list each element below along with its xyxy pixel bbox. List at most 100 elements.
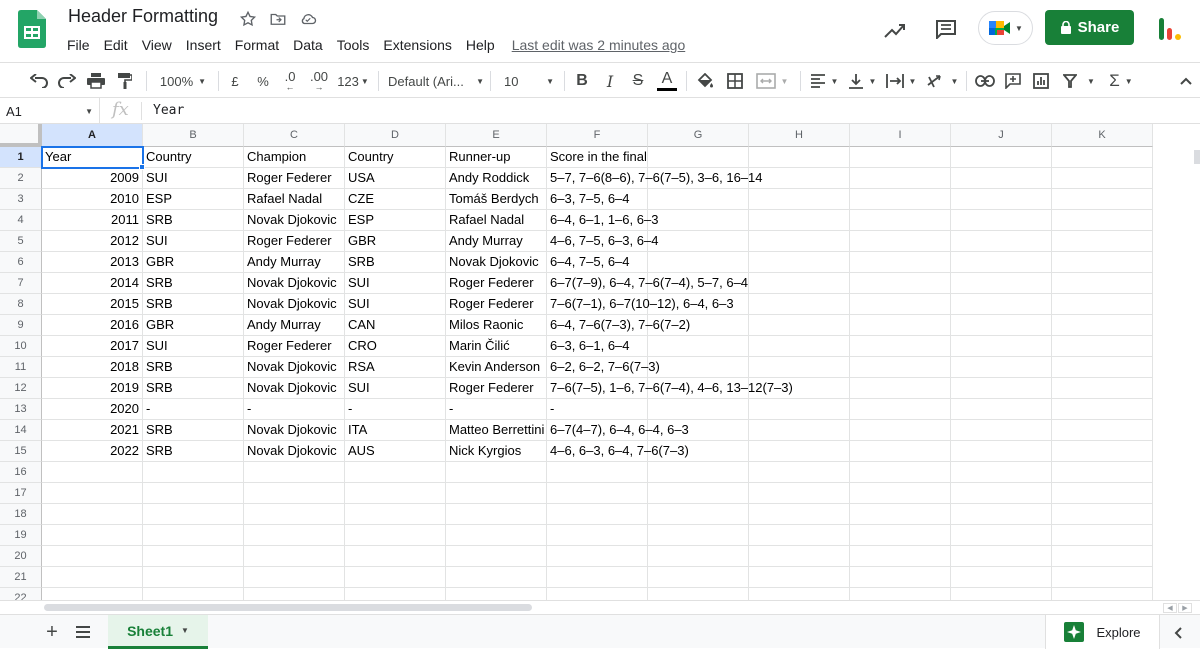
cell-a11[interactable]: 2018 [42,357,143,378]
cell-i19[interactable] [850,525,951,546]
cell-j22[interactable] [951,588,1052,600]
cell-f11[interactable]: 6–2, 6–2, 7–6(7–3) [547,357,660,378]
cell-a12[interactable]: 2019 [42,378,143,399]
cell-d1[interactable]: Country [345,147,446,168]
column-header-f[interactable]: F [547,124,648,147]
row-header-3[interactable]: 3 [0,189,42,210]
cell-a17[interactable] [42,483,143,504]
row-header-16[interactable]: 16 [0,462,42,483]
cell-d14[interactable]: ITA [345,420,446,441]
cell-j14[interactable] [951,420,1052,441]
cell-g1[interactable] [648,147,749,168]
cell-h9[interactable] [749,315,850,336]
cell-b7[interactable]: SRB [143,273,244,294]
cell-e15[interactable]: Nick Kyrgios [446,441,547,462]
cell-j18[interactable] [951,504,1052,525]
cell-k16[interactable] [1052,462,1153,483]
cell-g18[interactable] [648,504,749,525]
cell-e7[interactable]: Roger Federer [446,273,547,294]
more-formats-select[interactable]: 123 ▼ [336,68,370,94]
row-header-8[interactable]: 8 [0,294,42,315]
cell-f17[interactable] [547,483,648,504]
cell-d19[interactable] [345,525,446,546]
cell-a1[interactable]: Year [41,146,144,169]
cell-f18[interactable] [547,504,648,525]
cell-b4[interactable]: SRB [143,210,244,231]
cell-f20[interactable] [547,546,648,567]
cell-g3[interactable] [648,189,749,210]
cell-f5[interactable]: 4–6, 7–5, 6–3, 6–4 [547,231,658,252]
row-header-7[interactable]: 7 [0,273,42,294]
cell-c1[interactable]: Champion [244,147,345,168]
cell-d17[interactable] [345,483,446,504]
cell-a20[interactable] [42,546,143,567]
cell-d2[interactable]: USA [345,168,446,189]
menu-view[interactable]: View [135,35,179,55]
last-edit-link[interactable]: Last edit was 2 minutes ago [512,37,686,53]
row-header-22[interactable]: 22 [0,588,42,600]
column-header-h[interactable]: H [749,124,850,147]
cell-e4[interactable]: Rafael Nadal [446,210,547,231]
cell-b17[interactable] [143,483,244,504]
explore-button[interactable]: Explore [1045,615,1160,649]
cell-e19[interactable] [446,525,547,546]
cell-b14[interactable]: SRB [143,420,244,441]
cell-i17[interactable] [850,483,951,504]
column-header-c[interactable]: C [244,124,345,147]
column-header-b[interactable]: B [143,124,244,147]
cell-c8[interactable]: Novak Djokovic [244,294,345,315]
cell-b5[interactable]: SUI [143,231,244,252]
strikethrough-icon[interactable]: S [628,68,648,94]
cell-b2[interactable]: SUI [143,168,244,189]
insert-link-icon[interactable] [974,68,996,94]
cell-i1[interactable] [850,147,951,168]
cell-k15[interactable] [1052,441,1153,462]
cell-f14[interactable]: 6–7(4–7), 6–4, 6–4, 6–3 [547,420,689,441]
cell-c5[interactable]: Roger Federer [244,231,345,252]
menu-help[interactable]: Help [459,35,502,55]
cell-j13[interactable] [951,399,1052,420]
cell-e17[interactable] [446,483,547,504]
cell-e6[interactable]: Novak Djokovic [446,252,547,273]
cell-k12[interactable] [1052,378,1153,399]
cell-d3[interactable]: CZE [345,189,446,210]
cell-g19[interactable] [648,525,749,546]
cell-a9[interactable]: 2016 [42,315,143,336]
cell-b6[interactable]: GBR [143,252,244,273]
cell-h21[interactable] [749,567,850,588]
row-header-11[interactable]: 11 [0,357,42,378]
cell-j21[interactable] [951,567,1052,588]
cell-b10[interactable]: SUI [143,336,244,357]
name-box[interactable]: A1 ▼ [0,98,100,124]
cell-i21[interactable] [850,567,951,588]
cell-h8[interactable] [749,294,850,315]
selection-fill-handle[interactable] [139,164,145,170]
cell-b20[interactable] [143,546,244,567]
cell-k10[interactable] [1052,336,1153,357]
cell-c18[interactable] [244,504,345,525]
cell-d21[interactable] [345,567,446,588]
cell-g11[interactable] [648,357,749,378]
cell-c7[interactable]: Novak Djokovic [244,273,345,294]
cell-i2[interactable] [850,168,951,189]
share-button[interactable]: Share [1045,10,1134,45]
cell-h10[interactable] [749,336,850,357]
redo-icon[interactable] [56,68,78,94]
cell-k5[interactable] [1052,231,1153,252]
cell-c19[interactable] [244,525,345,546]
row-header-9[interactable]: 9 [0,315,42,336]
cell-i16[interactable] [850,462,951,483]
cell-c22[interactable] [244,588,345,600]
cell-f7[interactable]: 6–7(7–9), 6–4, 7–6(7–4), 5–7, 6–4 [547,273,748,294]
cell-c11[interactable]: Novak Djokovic [244,357,345,378]
cell-i12[interactable] [850,378,951,399]
cell-j16[interactable] [951,462,1052,483]
cell-b9[interactable]: GBR [143,315,244,336]
cell-c16[interactable] [244,462,345,483]
cell-j15[interactable] [951,441,1052,462]
horizontal-scrollbar[interactable] [44,604,532,611]
cell-a19[interactable] [42,525,143,546]
cell-f12[interactable]: 7–6(7–5), 1–6, 7–6(7–4), 4–6, 13–12(7–3) [547,378,793,399]
cell-k22[interactable] [1052,588,1153,600]
text-wrapping-icon[interactable]: ▼ [884,68,918,94]
